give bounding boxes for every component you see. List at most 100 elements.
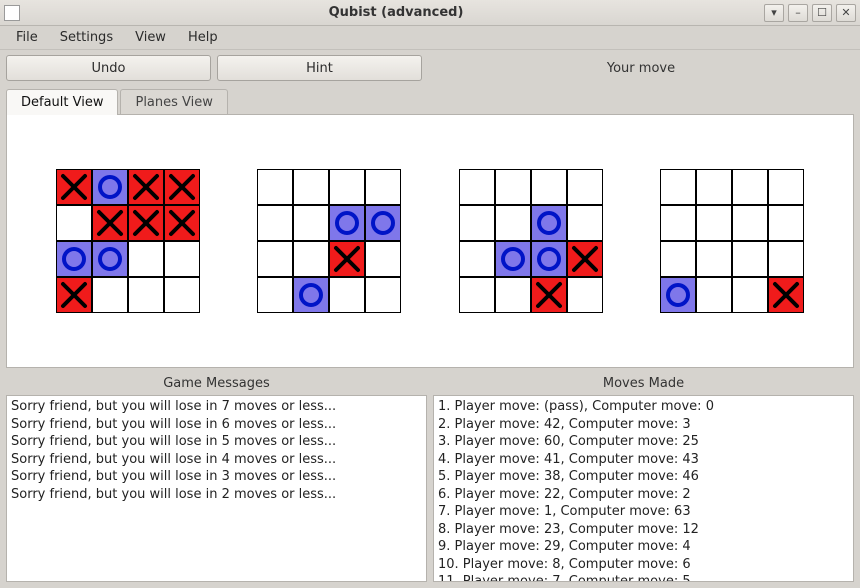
tab-strip: Default View Planes View: [0, 86, 860, 114]
board-cell[interactable]: [567, 241, 603, 277]
board-cell[interactable]: [459, 205, 495, 241]
board-cell[interactable]: [164, 205, 200, 241]
board-cell[interactable]: [732, 205, 768, 241]
board-cell[interactable]: [660, 241, 696, 277]
board-cell[interactable]: [459, 277, 495, 313]
board-cell[interactable]: [768, 277, 804, 313]
o-mark-icon: [296, 280, 326, 310]
board-cell[interactable]: [56, 241, 92, 277]
board-cell[interactable]: [257, 169, 293, 205]
x-mark-icon: [332, 244, 362, 274]
board-cell[interactable]: [531, 205, 567, 241]
board-cell[interactable]: [732, 169, 768, 205]
board-cell[interactable]: [531, 241, 567, 277]
board-cell[interactable]: [531, 169, 567, 205]
board-cell[interactable]: [92, 277, 128, 313]
message-line: Sorry friend, but you will lose in 5 mov…: [11, 433, 422, 451]
board-cell[interactable]: [696, 277, 732, 313]
board-cell[interactable]: [293, 205, 329, 241]
board-cell[interactable]: [128, 205, 164, 241]
board-cell[interactable]: [329, 277, 365, 313]
board-cell[interactable]: [164, 277, 200, 313]
board-cell[interactable]: [293, 241, 329, 277]
window-title: Qubist (advanced): [28, 5, 764, 20]
board-cell[interactable]: [92, 241, 128, 277]
menu-help[interactable]: Help: [178, 27, 228, 48]
board-panel: [6, 114, 854, 368]
board-cell[interactable]: [92, 169, 128, 205]
undo-button[interactable]: Undo: [6, 55, 211, 81]
board-cell[interactable]: [365, 169, 401, 205]
game-board: [459, 169, 603, 313]
maximize-button[interactable]: ☐: [812, 4, 832, 22]
x-mark-icon: [570, 244, 600, 274]
board-cell[interactable]: [495, 169, 531, 205]
board-cell[interactable]: [293, 169, 329, 205]
board-cell[interactable]: [768, 205, 804, 241]
board-cell[interactable]: [732, 241, 768, 277]
board-cell[interactable]: [128, 169, 164, 205]
moves-body[interactable]: 1. Player move: (pass), Computer move: 0…: [433, 395, 854, 582]
board-cell[interactable]: [567, 169, 603, 205]
board-cell[interactable]: [164, 241, 200, 277]
board-cell[interactable]: [56, 277, 92, 313]
board-cell[interactable]: [567, 277, 603, 313]
board-cell[interactable]: [732, 277, 768, 313]
window-titlebar: Qubist (advanced) ▾ – ☐ ✕: [0, 0, 860, 26]
tab-default-view[interactable]: Default View: [6, 89, 118, 115]
move-line: 3. Player move: 60, Computer move: 25: [438, 433, 849, 451]
board-cell[interactable]: [56, 205, 92, 241]
x-mark-icon: [534, 280, 564, 310]
board-cell[interactable]: [56, 169, 92, 205]
message-line: Sorry friend, but you will lose in 4 mov…: [11, 451, 422, 469]
message-line: Sorry friend, but you will lose in 7 mov…: [11, 398, 422, 416]
board-cell[interactable]: [329, 169, 365, 205]
x-mark-icon: [167, 208, 197, 238]
menu-view[interactable]: View: [125, 27, 176, 48]
messages-title: Game Messages: [6, 374, 427, 395]
board-cell[interactable]: [257, 277, 293, 313]
move-line: 9. Player move: 29, Computer move: 4: [438, 538, 849, 556]
menu-file[interactable]: File: [6, 27, 48, 48]
board-cell[interactable]: [768, 169, 804, 205]
board-cell[interactable]: [495, 277, 531, 313]
board-cell[interactable]: [567, 205, 603, 241]
close-button[interactable]: ✕: [836, 4, 856, 22]
messages-body[interactable]: Sorry friend, but you will lose in 7 mov…: [6, 395, 427, 582]
app-icon: [4, 5, 20, 21]
board-cell[interactable]: [531, 277, 567, 313]
board-cell[interactable]: [495, 241, 531, 277]
board-cell[interactable]: [696, 169, 732, 205]
board-cell[interactable]: [329, 205, 365, 241]
board-cell[interactable]: [459, 169, 495, 205]
board-cell[interactable]: [365, 277, 401, 313]
o-mark-icon: [95, 172, 125, 202]
board-cell[interactable]: [365, 205, 401, 241]
menu-settings[interactable]: Settings: [50, 27, 123, 48]
board-cell[interactable]: [768, 241, 804, 277]
board-cell[interactable]: [128, 241, 164, 277]
x-mark-icon: [59, 280, 89, 310]
board-cell[interactable]: [329, 241, 365, 277]
board-cell[interactable]: [92, 205, 128, 241]
board-cell[interactable]: [365, 241, 401, 277]
board-cell[interactable]: [257, 241, 293, 277]
board-cell[interactable]: [495, 205, 531, 241]
board-cell[interactable]: [696, 241, 732, 277]
tab-planes-view[interactable]: Planes View: [120, 89, 227, 115]
hint-button[interactable]: Hint: [217, 55, 422, 81]
board-cell[interactable]: [660, 277, 696, 313]
board-cell[interactable]: [128, 277, 164, 313]
board-cell[interactable]: [660, 169, 696, 205]
move-line: 4. Player move: 41, Computer move: 43: [438, 451, 849, 469]
minimize-button[interactable]: –: [788, 4, 808, 22]
board-cell[interactable]: [257, 205, 293, 241]
board-cell[interactable]: [660, 205, 696, 241]
o-mark-icon: [498, 244, 528, 274]
board-cell[interactable]: [696, 205, 732, 241]
collapse-button[interactable]: ▾: [764, 4, 784, 22]
move-line: 5. Player move: 38, Computer move: 46: [438, 468, 849, 486]
board-cell[interactable]: [293, 277, 329, 313]
board-cell[interactable]: [164, 169, 200, 205]
board-cell[interactable]: [459, 241, 495, 277]
